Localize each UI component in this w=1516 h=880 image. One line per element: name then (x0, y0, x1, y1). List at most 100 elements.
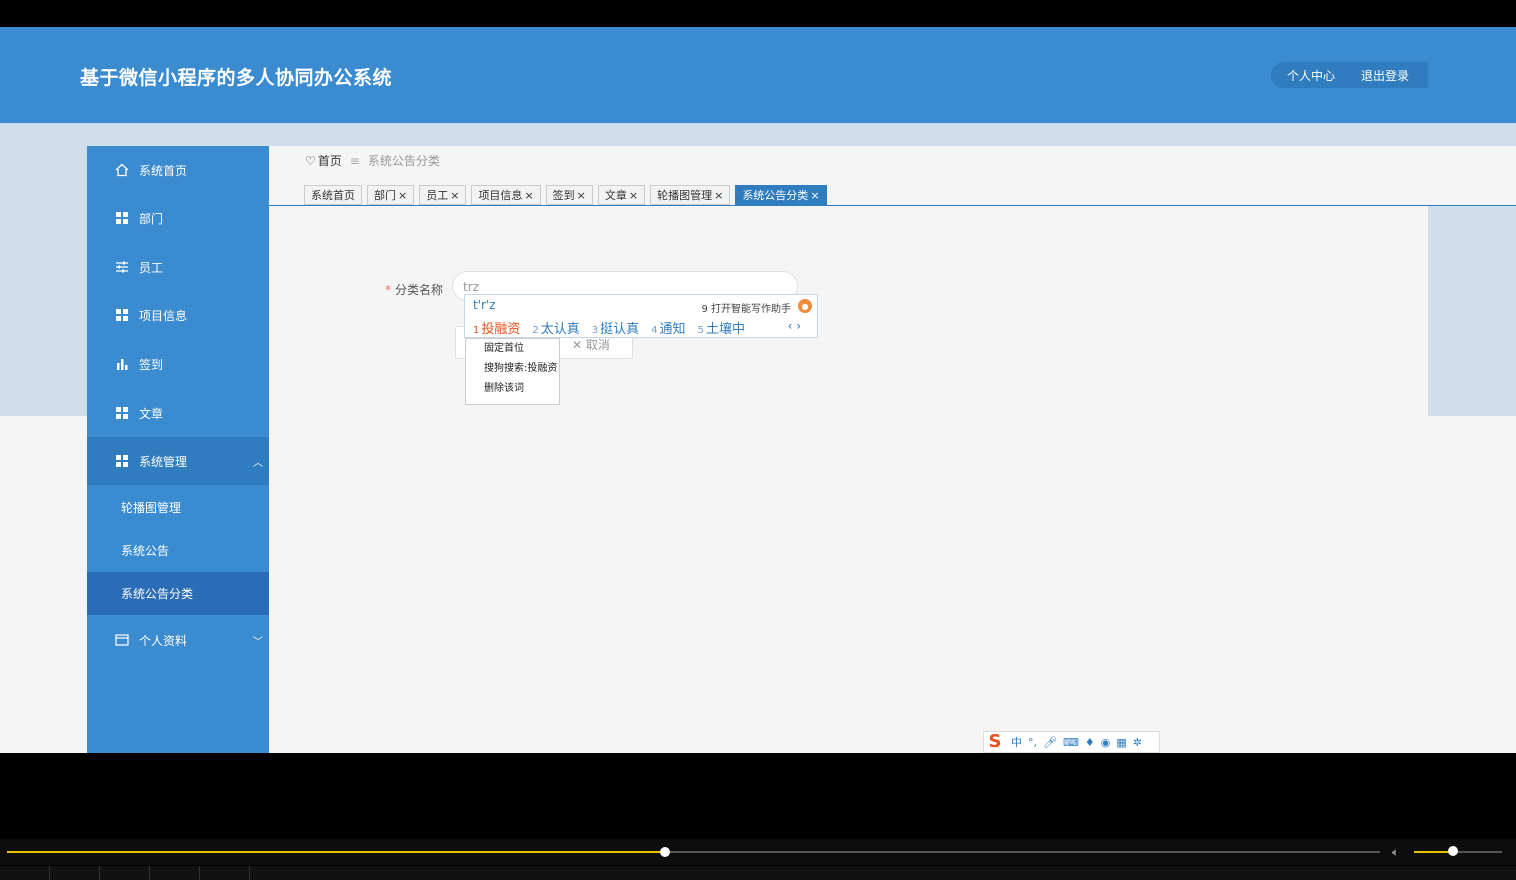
required-mark: * (385, 283, 391, 297)
ime-writing-assistant[interactable]: 9 打开智能写作助手 (701, 300, 791, 315)
close-icon[interactable]: × (524, 189, 533, 202)
sidebar-item-label: 部门 (139, 211, 164, 226)
close-icon[interactable]: × (398, 189, 407, 202)
sidebar-subitem-announcement[interactable]: 系统公告 (87, 529, 269, 572)
ime-candidate[interactable]: 4 通知 (651, 318, 685, 337)
sidebar: 系统首页 部门 员工 项目信息 签到 文章 系统管理 ︿ 轮播图管理 系统公告 … (87, 146, 269, 753)
heart-icon: ♡ (305, 153, 316, 168)
tab-checkin[interactable]: 签到 × (545, 185, 593, 205)
sliders-icon (115, 260, 129, 274)
sidebar-item-department[interactable]: 部门 (87, 194, 269, 242)
tab-announcement-category[interactable]: 系统公告分类 × (735, 185, 827, 205)
candidate-num: 3 (591, 325, 599, 336)
sogou-logo-icon[interactable]: S (985, 732, 1005, 752)
progress-fill (7, 851, 665, 853)
candidate-text: 投融资 (481, 322, 521, 337)
assistant-badge-icon[interactable]: ● (798, 299, 812, 313)
grid-icon (115, 308, 129, 322)
tab-label: 系统公告分类 (742, 189, 809, 202)
sidebar-subitem-carousel[interactable]: 轮播图管理 (87, 486, 269, 529)
sidebar-item-system-management[interactable]: 系统管理 ︿ (87, 437, 269, 485)
punctuation-icon[interactable]: °, (1028, 736, 1037, 749)
close-icon[interactable]: × (577, 189, 586, 202)
home-icon (115, 163, 129, 177)
cancel-button[interactable]: ✕ 取消 (572, 336, 610, 353)
grid-icon (115, 211, 129, 225)
close-icon[interactable]: × (810, 189, 819, 202)
tab-carousel[interactable]: 轮播图管理 × (650, 185, 731, 205)
volume-icon[interactable]: 🔈︎ (1392, 845, 1399, 860)
microphone-icon[interactable]: 🎤︎ (1043, 736, 1057, 749)
candidate-text: 挺认真 (600, 322, 640, 337)
settings-gear-icon[interactable]: ✲ (1133, 736, 1142, 749)
strip-cell (100, 866, 150, 880)
tab-label: 签到 (552, 189, 575, 202)
close-icon[interactable]: × (450, 189, 459, 202)
ime-candidate[interactable]: 5 土壤中 (698, 318, 745, 337)
candidate-text: 土壤中 (705, 322, 745, 337)
bar-chart-icon (115, 357, 129, 371)
chinese-mode-toggle[interactable]: 中 (1011, 734, 1022, 750)
sidebar-item-profile[interactable]: 个人资料 ﹀ (87, 616, 269, 664)
skin-icon[interactable]: ♦ (1085, 736, 1095, 749)
breadcrumb: ♡ 首页 ≡ 系统公告分类 (305, 152, 440, 169)
tab-system-home[interactable]: 系统首页 (304, 185, 362, 205)
chevron-up-icon: ︿ (253, 457, 263, 469)
keyboard-icon[interactable]: ⌨ (1063, 736, 1079, 749)
menu-item-sogou-search[interactable]: 搜狗搜索:投融资 (466, 359, 559, 379)
menu-item-pin-first[interactable]: 固定首位 (466, 339, 559, 359)
header-actions: 个人中心 退出登录 (1271, 62, 1428, 88)
profile-center-link[interactable]: 个人中心 (1287, 67, 1335, 84)
breadcrumb-home[interactable]: 首页 (318, 152, 342, 169)
ime-composition: t'r'z (473, 298, 496, 312)
sidebar-subitem-announcement-category[interactable]: 系统公告分类 (87, 572, 269, 615)
close-icon[interactable]: × (629, 189, 638, 202)
sidebar-item-label: 系统管理 (139, 454, 188, 469)
candidate-num: 1 (473, 325, 480, 336)
sidebar-item-project[interactable]: 项目信息 (87, 291, 269, 339)
ime-candidate[interactable]: 2 太认真 (532, 318, 579, 337)
robot-icon[interactable]: ◉ (1101, 736, 1111, 749)
card-icon (115, 633, 129, 647)
top-black-bar (0, 0, 1516, 24)
tab-employee[interactable]: 员工 × (419, 185, 467, 205)
category-name-label: * 分类名称 (385, 281, 443, 298)
sidebar-item-checkin[interactable]: 签到 (87, 340, 269, 388)
tab-article[interactable]: 文章 × (597, 185, 646, 205)
strip-cell (200, 866, 250, 880)
app-title: 基于微信小程序的多人协同办公系统 (80, 67, 393, 89)
tab-label: 轮播图管理 (657, 189, 713, 202)
progress-handle[interactable] (660, 847, 670, 857)
tab-department[interactable]: 部门 × (367, 185, 415, 205)
cancel-label: 取消 (585, 338, 610, 352)
sidebar-item-article[interactable]: 文章 (87, 389, 269, 437)
apps-icon[interactable]: ▦ (1116, 736, 1126, 749)
logout-link[interactable]: 退出登录 (1361, 67, 1409, 84)
ime-candidate[interactable]: 1 投融资 (473, 318, 520, 337)
bottom-strip (0, 866, 1516, 880)
grid-icon (115, 406, 129, 420)
candidate-text: 通知 (659, 322, 686, 337)
strip-cell (0, 866, 50, 880)
candidate-num: 5 (697, 325, 704, 336)
sidebar-item-home[interactable]: 系统首页 (87, 146, 269, 194)
sidebar-item-employee[interactable]: 员工 (87, 243, 269, 291)
candidate-num: 2 (532, 325, 539, 336)
grid-icon (115, 454, 129, 468)
ime-candidate-window: t'r'z 9 打开智能写作助手 ● 1 投融资 2 太认真 3 挺认真 4 通知 5土… (464, 294, 818, 338)
ime-context-menu: 固定首位 搜狗搜索:投融资 删除该词 (465, 338, 560, 405)
menu-item-delete-word[interactable]: 删除该词 (466, 379, 559, 399)
tab-label: 部门 (374, 189, 396, 202)
sidebar-item-label: 签到 (139, 357, 164, 372)
ime-page-nav[interactable]: ‹ › (788, 319, 801, 333)
volume-handle[interactable] (1448, 846, 1458, 856)
sidebar-item-label: 员工 (139, 260, 164, 275)
close-icon[interactable]: × (714, 189, 723, 202)
tab-label: 系统首页 (311, 189, 355, 202)
candidate-text: 太认真 (540, 322, 580, 337)
app-header: 基于微信小程序的多人协同办公系统 个人中心 退出登录 (0, 27, 1516, 123)
tab-label: 文章 (604, 189, 627, 202)
tab-project[interactable]: 项目信息 × (471, 185, 541, 205)
breadcrumb-current: 系统公告分类 (367, 154, 440, 168)
ime-candidate[interactable]: 3 挺认真 (592, 318, 639, 337)
